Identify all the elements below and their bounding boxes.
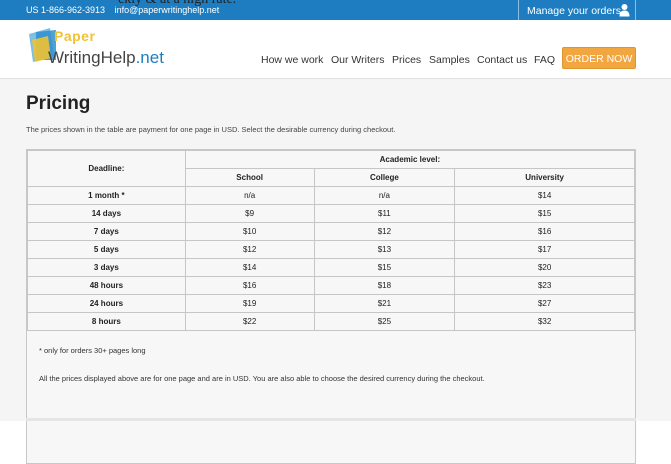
pricing-table-body: 1 month * n/a n/a $14 14 days $9 $11 $15 7 days $… xyxy=(27,186,635,331)
deadline-cell: 8 hours xyxy=(27,312,186,331)
manage-orders-label: Manage your orders xyxy=(527,5,621,17)
price-cell: $10 xyxy=(184,222,315,241)
level-school-header: School xyxy=(184,168,315,187)
nav-prices[interactable]: Prices xyxy=(392,54,421,66)
price-cell: $13 xyxy=(313,240,456,259)
price-cell: $23 xyxy=(454,276,635,295)
pricing-summary: All the prices displayed above are for o… xyxy=(39,374,485,383)
price-cell: $20 xyxy=(454,258,635,277)
overflow-heading-fragment: ckly & at a high rate. xyxy=(118,0,236,8)
price-cell: $21 xyxy=(313,294,456,313)
academic-level-header: Academic level: xyxy=(184,150,636,169)
price-cell: $18 xyxy=(313,276,456,295)
table-header-row: Deadline: Academic level: xyxy=(27,150,636,187)
price-cell: $19 xyxy=(184,294,315,313)
price-cell: $11 xyxy=(313,204,456,223)
price-cell: $12 xyxy=(313,222,456,241)
user-icon xyxy=(619,4,630,17)
deadline-cell: 3 days xyxy=(27,258,186,277)
nav-faq[interactable]: FAQ xyxy=(534,54,555,66)
page-title: Pricing xyxy=(26,93,91,114)
deadline-cell: 24 hours xyxy=(27,294,186,313)
deadline-cell: 7 days xyxy=(27,222,186,241)
pricing-intro: The prices shown in the table are paymen… xyxy=(26,125,396,134)
price-cell: $25 xyxy=(313,312,456,331)
price-cell: n/a xyxy=(184,186,315,205)
pricing-box: Deadline: Academic level: School College… xyxy=(26,149,636,464)
price-cell: $14 xyxy=(454,186,635,205)
logo-brand-tld: .net xyxy=(135,48,164,67)
deadline-cell: 14 days xyxy=(27,204,186,223)
logo-paper-word: Paper xyxy=(54,28,96,44)
nav-contact-us[interactable]: Contact us xyxy=(477,54,527,66)
level-college-header: College xyxy=(313,168,456,187)
logo-brand: WritingHelp.net xyxy=(48,48,164,68)
price-cell: $16 xyxy=(184,276,315,295)
deadline-cell: 1 month * xyxy=(27,186,186,205)
footnote: * only for orders 30+ pages long xyxy=(39,346,146,355)
order-now-button[interactable]: ORDER NOW xyxy=(562,47,636,69)
deadline-header: Deadline: xyxy=(27,150,186,187)
nav-how-we-work[interactable]: How we work xyxy=(261,54,323,66)
top-bar: US 1-866-962-3913 info@paperwritinghelp.… xyxy=(0,0,671,20)
nav-our-writers[interactable]: Our Writers xyxy=(331,54,384,66)
pricing-notes: * only for orders 30+ pages long All the… xyxy=(39,346,485,383)
price-cell: $14 xyxy=(184,258,315,277)
price-cell: $15 xyxy=(313,258,456,277)
nav-samples[interactable]: Samples xyxy=(429,54,470,66)
price-cell: n/a xyxy=(313,186,456,205)
table-row: 14 days $9 $11 $15 xyxy=(27,204,635,223)
logo-brand-main: WritingHelp xyxy=(48,48,136,67)
table-row: 48 hours $16 $18 $23 xyxy=(27,276,635,295)
table-row: 3 days $14 $15 $20 xyxy=(27,258,635,277)
site-logo[interactable]: Paper WritingHelp.net xyxy=(26,26,176,70)
table-row: 24 hours $19 $21 $27 xyxy=(27,294,635,313)
level-university-header: University xyxy=(454,168,635,187)
price-cell: $27 xyxy=(454,294,635,313)
main-content: Pricing The prices shown in the table ar… xyxy=(0,79,671,464)
price-cell: $12 xyxy=(184,240,315,259)
price-cell: $17 xyxy=(454,240,635,259)
price-cell: $32 xyxy=(454,312,635,331)
table-row: 7 days $10 $12 $16 xyxy=(27,222,635,241)
table-row: 8 hours $22 $25 $32 xyxy=(27,312,635,331)
price-cell: $9 xyxy=(184,204,315,223)
table-row: 1 month * n/a n/a $14 xyxy=(27,186,635,205)
price-cell: $22 xyxy=(184,312,315,331)
price-cell: $15 xyxy=(454,204,635,223)
site-header: Paper WritingHelp.net How we work Our Wr… xyxy=(0,20,671,79)
manage-orders-button[interactable]: Manage your orders xyxy=(518,0,636,20)
deadline-cell: 5 days xyxy=(27,240,186,259)
table-row: 5 days $12 $13 $17 xyxy=(27,240,635,259)
price-cell: $16 xyxy=(454,222,635,241)
deadline-cell: 48 hours xyxy=(27,276,186,295)
phone-link[interactable]: US 1-866-962-3913 xyxy=(26,5,105,15)
pricing-table: Deadline: Academic level: School College… xyxy=(27,150,636,331)
